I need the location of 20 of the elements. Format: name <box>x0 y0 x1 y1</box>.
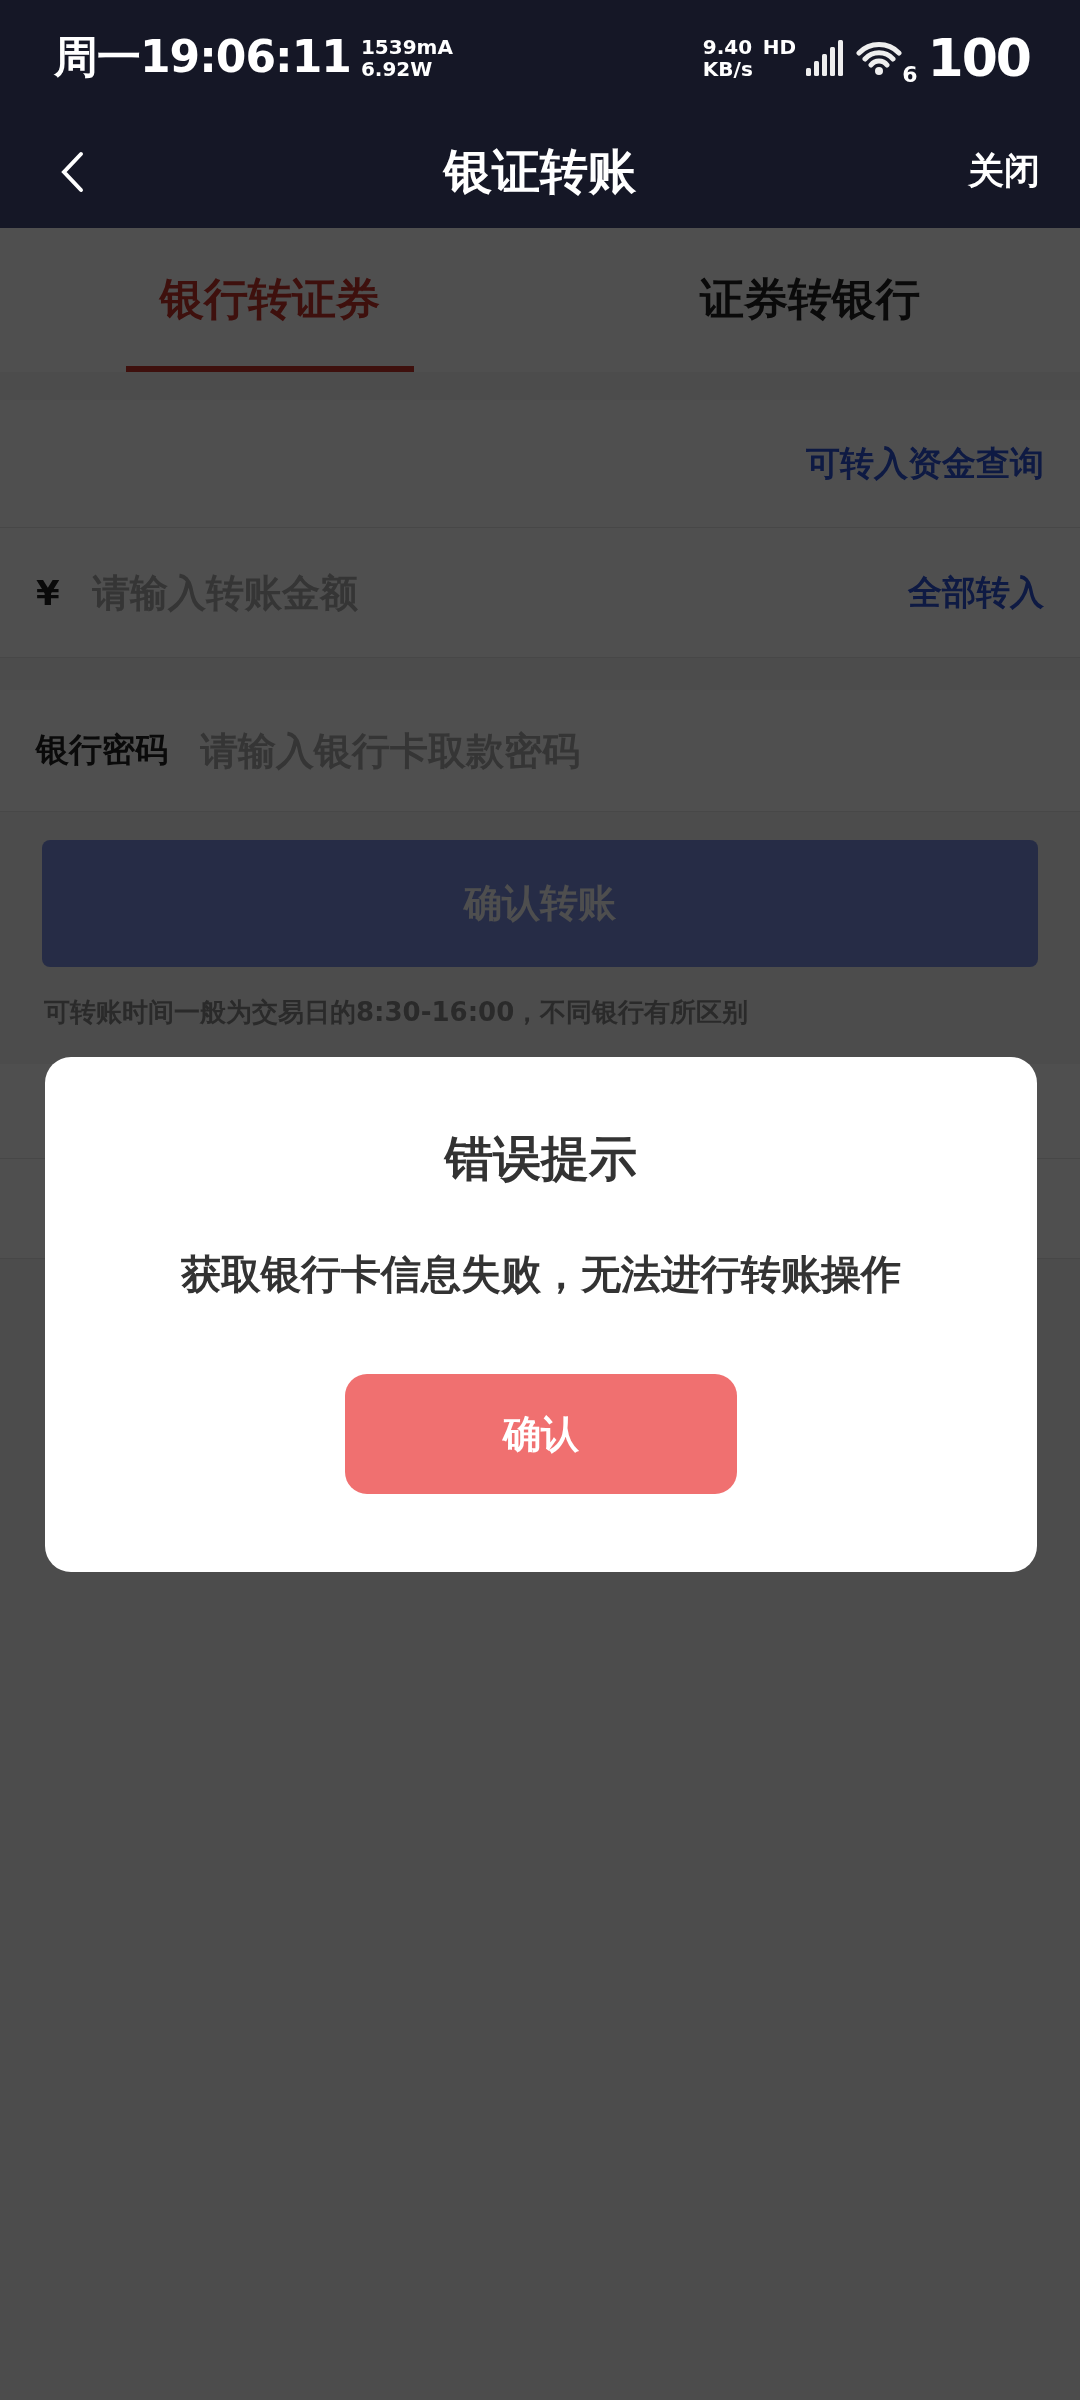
dialog-title: 错误提示 <box>445 1129 637 1188</box>
transfer-all-link[interactable]: 全部转入 <box>908 569 1044 616</box>
back-icon[interactable] <box>60 150 84 193</box>
dialog-message: 获取银行卡信息失败，无法进行转账操作 <box>181 1250 901 1299</box>
charge-power: 6.92W <box>360 57 434 80</box>
battery-level: 100 <box>927 27 1030 88</box>
net-speed: 9.40 <box>702 35 753 58</box>
available-funds-link[interactable]: 可转入资金查询 <box>806 440 1044 487</box>
status-time: 周一19:06:11 <box>54 30 351 84</box>
charge-current: 1539mA <box>360 35 453 58</box>
page-title: 银证转账 <box>444 141 636 201</box>
net-speed-unit: KB/s <box>702 57 753 80</box>
transfer-tab[interactable]: 证券转银行 <box>666 228 954 372</box>
wifi-generation: 6 <box>902 62 918 87</box>
currency-symbol: ¥ <box>36 572 60 613</box>
close-button[interactable]: 关闭 <box>968 147 1040 196</box>
password-label: 银行密码 <box>36 729 168 771</box>
transfer-tab[interactable]: 银行转证券 <box>126 228 414 372</box>
dialog-confirm-button[interactable]: 确认 <box>345 1374 737 1494</box>
hd-label: HD <box>762 35 797 58</box>
